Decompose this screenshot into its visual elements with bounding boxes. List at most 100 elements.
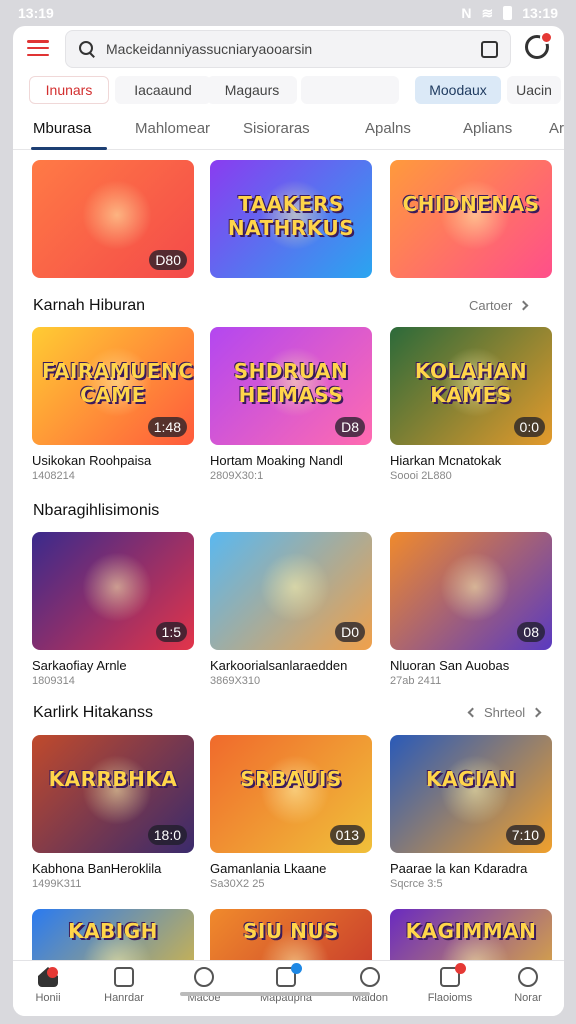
thumbnail-title-art: TAAKERS NATHRKUS (227, 192, 355, 240)
notification-icon[interactable] (525, 31, 553, 59)
game-card[interactable]: KARRBHKA 18:0 Kabhona BanHeroklila 1499K… (32, 735, 194, 890)
tab-2[interactable]: Sisioraras (243, 120, 310, 137)
card-thumbnail: CHIDNENAS (390, 160, 552, 278)
game-card[interactable]: CHIDNENAS (390, 160, 552, 278)
thumbnail-title-art: KARRBHKA (48, 767, 178, 791)
status-time: 13:19 (18, 5, 54, 21)
chip-4[interactable]: Moodaux (415, 76, 501, 104)
nav-item-messages[interactable]: Flaoioms (415, 963, 485, 1004)
game-card[interactable]: 08 Nluoran San Auobas 27ab 2411 (390, 532, 552, 687)
thumbnail-glow (260, 552, 330, 622)
game-card[interactable]: FAIRAMUENCING CAME 1:48 Usikokan Roohpai… (32, 327, 194, 482)
section-more-link[interactable]: Cartoer (469, 298, 529, 313)
app-window: Inunars Iacaaund Magaurs Moodaux Uacin M… (13, 26, 564, 1016)
nav-label: Hanrdar (104, 992, 144, 1004)
chevron-right-icon (518, 300, 529, 311)
tab-5[interactable]: Ar (549, 120, 564, 137)
nav-item-home[interactable]: Honii (13, 967, 83, 1004)
nav-item-history[interactable]: Maidon (335, 967, 405, 1004)
filter-chips: Inunars Iacaaund Magaurs Moodaux Uacin (29, 76, 561, 104)
document-icon (276, 963, 302, 987)
menu-icon[interactable] (27, 40, 49, 56)
chip-0[interactable]: Inunars (29, 76, 109, 104)
battery-icon (503, 6, 513, 20)
duration-badge: D80 (149, 250, 187, 270)
network-indicator: N (461, 5, 472, 21)
nav-item-search[interactable]: Macoe (169, 967, 239, 1004)
card-thumbnail: SRBAUIS 013 (210, 735, 372, 853)
card-thumbnail: SHDRUAN HEIMASS D8 (210, 327, 372, 445)
section-title: Nbaragihlisimonis (33, 502, 160, 519)
chip-3[interactable] (301, 76, 399, 104)
card-thumbnail: D0 (210, 532, 372, 650)
card-title: Kabhona BanHeroklila (32, 861, 162, 876)
search-input[interactable] (106, 41, 481, 57)
game-card[interactable]: TAAKERS NATHRKUS (210, 160, 372, 278)
card-title: Nluoran San Auobas (390, 658, 510, 673)
game-card[interactable]: SRBAUIS 013 Gamanlania Lkaane Sa30X2 25 (210, 735, 372, 890)
chip-5[interactable]: Uacin (507, 76, 561, 104)
nav-badge (455, 963, 466, 974)
tab-1[interactable]: Mahlomear (135, 120, 210, 137)
section-title: Karlirk Hitakanss (33, 704, 154, 721)
nav-item-profile[interactable]: Norar (493, 967, 563, 1004)
thumbnail-title-art: KAGIMMAN (405, 919, 537, 943)
duration-badge: 18:0 (147, 825, 187, 845)
card-title: Paarae la kan Kdaradra (390, 861, 528, 876)
card-meta: Sqcrce 3:5 (390, 878, 443, 890)
tab-0[interactable]: Mburasa (33, 120, 91, 137)
game-card[interactable]: D80 (32, 160, 194, 278)
thumbnail-title-art: KOLAHAN KAMES (414, 359, 528, 407)
bag-icon (114, 967, 134, 987)
game-card[interactable]: 1:5 Sarkaofiay Arnle 1809314 (32, 532, 194, 687)
status-bar: 13:19 N ≋ 13:19 (0, 0, 576, 26)
game-card[interactable]: D0 Karkoorialsanlaraedden 3869X310 (210, 532, 372, 687)
card-thumbnail: 1:5 (32, 532, 194, 650)
chevron-right-icon (531, 707, 542, 718)
chip-2[interactable]: Magaurs (207, 76, 297, 104)
duration-badge: 1:5 (155, 622, 187, 642)
category-tabs: Mburasa Mahlomear Sisioraras Apalns Apli… (13, 114, 564, 150)
game-card[interactable]: KAGIAN 7:10 Paarae la kan Kdaradra Sqcrc… (390, 735, 552, 890)
section-more-link[interactable]: Shrteol (467, 705, 542, 720)
thumbnail-title-art: SRBAUIS (240, 767, 342, 791)
card-title: Karkoorialsanlaraedden (210, 658, 348, 673)
card-meta: 1408214 (32, 470, 75, 482)
card-thumbnail: KARRBHKA 18:0 (32, 735, 194, 853)
card-title: Sarkaofiay Arnle (32, 658, 127, 673)
card-meta: 3869X310 (210, 675, 261, 687)
scan-icon[interactable] (481, 40, 498, 58)
card-meta: Soooi 2L880 (390, 470, 452, 482)
nav-item-library[interactable]: Mapaupha (251, 963, 321, 1004)
chevron-left-icon (467, 707, 478, 718)
nav-label: Norar (514, 992, 542, 1004)
card-meta: 1809314 (32, 675, 75, 687)
tab-3[interactable]: Apalns (365, 120, 411, 137)
search-bar (65, 30, 511, 68)
duration-badge: 08 (517, 622, 545, 642)
thumbnail-title-art: FAIRAMUENCING CAME (42, 359, 194, 407)
user-icon (518, 967, 538, 987)
thumbnail-glow (82, 552, 152, 622)
duration-badge: D0 (335, 622, 365, 642)
card-title: Usikokan Roohpaisa (32, 453, 152, 468)
thumbnail-title-art: CHIDNENAS (402, 192, 540, 216)
nav-badge (47, 967, 58, 978)
duration-badge: 1:48 (147, 417, 187, 437)
thumbnail-title-art: SHDRUAN HEIMASS (233, 359, 349, 407)
card-thumbnail: D80 (32, 160, 194, 278)
game-card[interactable]: KOLAHAN KAMES 0:0 Hiarkan Mcnatokak Sooo… (390, 327, 552, 482)
top-bar (13, 26, 564, 70)
thumbnail-title-art: SIU NUS (243, 919, 339, 943)
bottom-navigation: Honii Hanrdar Macoe Mapaupha Maidon Flao… (13, 960, 564, 1016)
tab-4[interactable]: Aplians (463, 120, 512, 137)
status-right: N ≋ 13:19 (461, 5, 558, 22)
nav-item-store[interactable]: Hanrdar (89, 967, 159, 1004)
clock-icon (360, 967, 380, 987)
card-thumbnail: KOLAHAN KAMES 0:0 (390, 327, 552, 445)
card-thumbnail: TAAKERS NATHRKUS (210, 160, 372, 278)
chip-1[interactable]: Iacaaund (115, 76, 211, 104)
game-card[interactable]: SHDRUAN HEIMASS D8 Hortam Moaking Nandl … (210, 327, 372, 482)
duration-badge: 013 (329, 825, 365, 845)
notification-badge (540, 31, 553, 44)
